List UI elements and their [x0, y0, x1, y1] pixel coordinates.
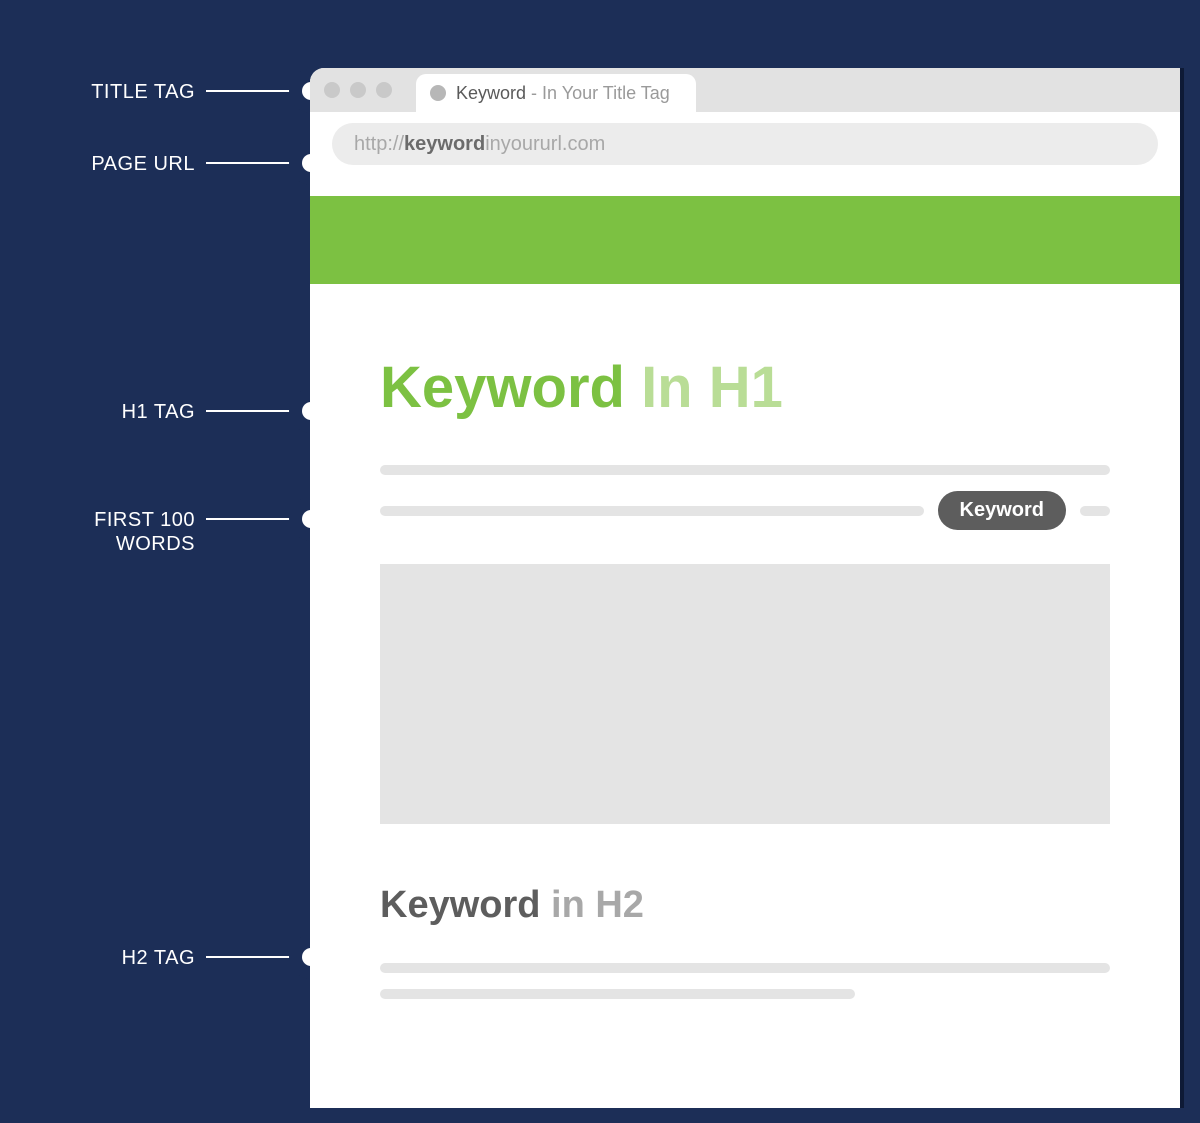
traffic-light-dot — [376, 82, 392, 98]
keyword-pill: Keyword — [938, 491, 1066, 530]
browser-tab[interactable]: Keyword - In Your Title Tag — [416, 74, 696, 112]
h1-keyword: Keyword — [380, 355, 625, 420]
url-keyword: keyword — [404, 133, 485, 156]
callout-label-h2-tag: H2 TAG — [40, 946, 195, 970]
browser-frame: Keyword - In Your Title Tag http://keywo… — [310, 68, 1180, 1108]
tab-title-rest: - In Your Title Tag — [526, 83, 670, 103]
h1-heading: Keyword In H1 — [380, 354, 1110, 421]
callout-label-first-100-words: FIRST 100 WORDS — [40, 508, 195, 556]
favicon-icon — [430, 85, 446, 101]
address-bar[interactable]: http://keywordinyoururl.com — [332, 123, 1158, 165]
callout-line — [206, 410, 296, 412]
tab-title-keyword: Keyword — [456, 83, 526, 103]
image-placeholder — [380, 564, 1110, 824]
body-text-line-with-keyword: Keyword — [380, 491, 1110, 530]
h2-heading: Keyword in H2 — [380, 884, 1110, 927]
body-text-segment — [380, 506, 924, 516]
traffic-light-dot — [324, 82, 340, 98]
browser-topbar: Keyword - In Your Title Tag — [310, 68, 1180, 112]
callout-line — [206, 518, 296, 520]
body-text-line — [380, 963, 1110, 973]
address-bar-row: http://keywordinyoururl.com — [310, 112, 1180, 176]
hero-banner — [310, 196, 1180, 284]
h1-rest: In H1 — [625, 355, 783, 420]
callout-line — [206, 90, 296, 92]
url-prefix: http:// — [354, 133, 404, 156]
h2-keyword: Keyword — [380, 884, 540, 926]
callout-label-line2: WORDS — [116, 533, 195, 555]
callout-line — [206, 956, 296, 958]
body-text-line — [380, 465, 1110, 475]
h2-rest: in H2 — [540, 884, 643, 926]
tab-title: Keyword - In Your Title Tag — [456, 83, 670, 104]
url-rest: inyoururl.com — [485, 133, 605, 156]
body-text-segment — [1080, 506, 1110, 516]
callout-line — [206, 162, 296, 164]
traffic-light-dot — [350, 82, 366, 98]
callout-label-line1: FIRST 100 — [94, 509, 195, 531]
callout-label-title-tag: TITLE TAG — [40, 80, 195, 104]
body-text-line — [380, 989, 855, 999]
callout-label-h1-tag: H1 TAG — [40, 400, 195, 424]
callout-label-page-url: PAGE URL — [40, 152, 195, 176]
page-content: Keyword In H1 Keyword Keyword in H2 — [310, 284, 1180, 999]
